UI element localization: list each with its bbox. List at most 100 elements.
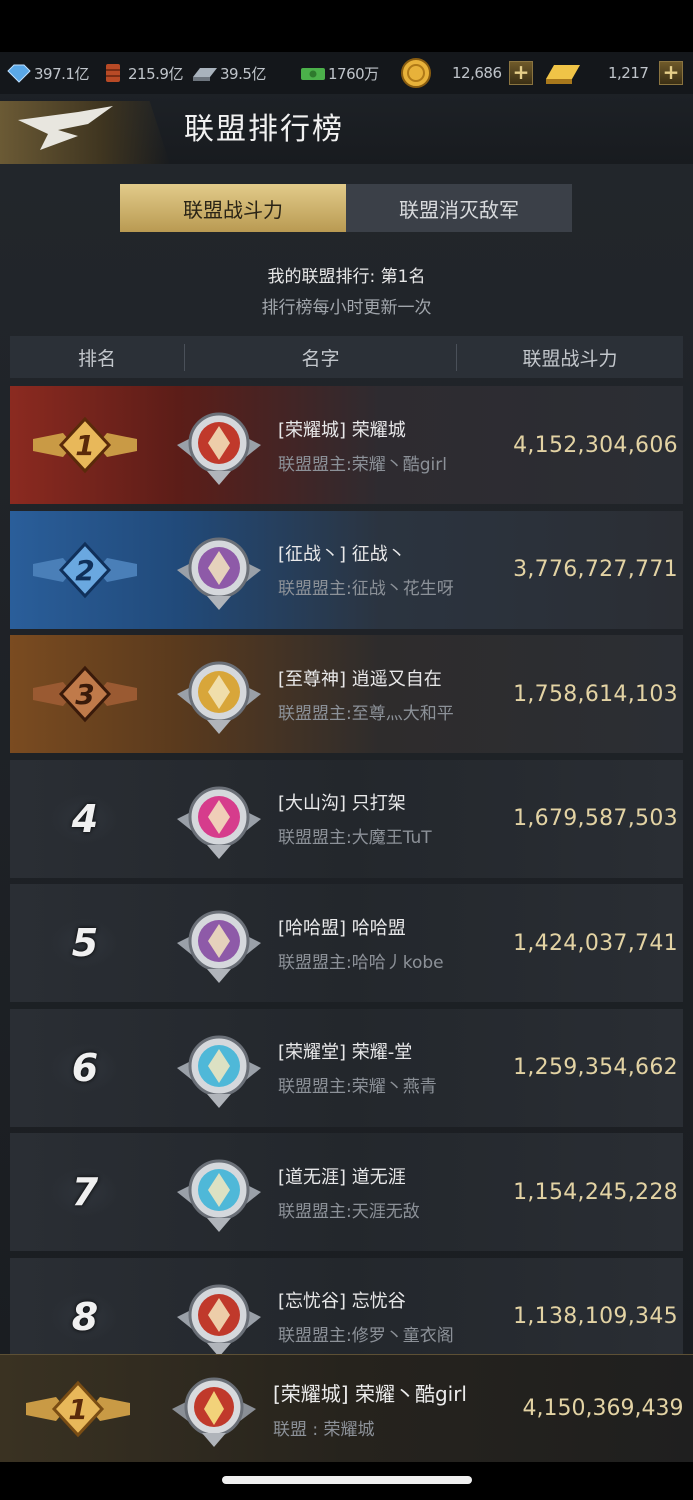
alliance-power: 1,758,614,103	[513, 681, 678, 707]
alliance-name: [哈哈盟] 哈哈盟	[278, 917, 406, 939]
back-button[interactable]	[0, 101, 170, 164]
alliance-info: [大山沟] 只打架 联盟盟主:大魔王TuT	[278, 789, 508, 848]
rank-cell: 5	[10, 884, 160, 1002]
my-alliance-label: 联盟 : 荣耀城	[273, 1419, 375, 1440]
resource-oil: 215.9亿	[100, 52, 183, 94]
resource-cash: 1760万	[300, 52, 379, 94]
alliance-leader: 联盟盟主:天涯无敌	[278, 1201, 420, 1222]
resource-gold-bar: 1,217	[542, 52, 649, 94]
alliance-emblem-icon	[177, 910, 261, 983]
alliance-info: [荣耀城] 荣耀城 联盟盟主:荣耀丶酷girl	[278, 416, 508, 475]
rank-cell: 2	[10, 511, 160, 629]
alliance-emblem-icon	[177, 786, 261, 859]
my-alliance-row[interactable]: 1 [荣耀城] 荣耀丶酷girl 联盟 : 荣耀城 4,150,369,439	[0, 1354, 693, 1462]
ranking-row[interactable]: 2 [征战丶] 征战丶 联盟盟主:征战丶花生呀 3,776,727,771	[10, 510, 683, 629]
alliance-info: [哈哈盟] 哈哈盟 联盟盟主:哈哈丿kobe	[278, 914, 508, 973]
alliance-name: [忘忧谷] 忘忧谷	[278, 1291, 406, 1312]
alliance-leader: 联盟盟主:哈哈丿kobe	[278, 952, 444, 973]
ranking-row[interactable]: 5 [哈哈盟] 哈哈盟 联盟盟主:哈哈丿kobe 1,424,037,741	[10, 884, 683, 1002]
alliance-emblem-icon	[172, 1377, 256, 1447]
alliance-emblem-icon	[177, 1159, 261, 1232]
rank-cell: 4	[10, 760, 160, 878]
rank-number: 2	[75, 554, 94, 587]
ranking-row[interactable]: 4 [大山沟] 只打架 联盟盟主:大魔王TuT 1,679,587,503	[10, 759, 683, 878]
resource-value: 397.1亿	[34, 64, 89, 83]
gold-coin-icon	[401, 58, 431, 88]
alliance-name: [至尊神] 逍遥又自在	[278, 668, 442, 690]
alliance-info: [至尊神] 逍遥又自在 联盟盟主:至尊灬大和平	[278, 665, 508, 724]
alliance-leader: 联盟盟主:大魔王TuT	[278, 828, 432, 848]
rank-cell: 1	[10, 386, 160, 504]
my-rank-text: 我的联盟排行: 第1名	[267, 267, 426, 287]
rank-number: 1	[75, 429, 94, 462]
emblem-cell	[160, 1133, 278, 1251]
alliance-leader: 联盟盟主:征战丶花生呀	[278, 579, 454, 599]
alliance-emblem-icon	[177, 1035, 261, 1108]
oil-barrel-icon	[106, 64, 120, 82]
eagle-icon	[18, 106, 113, 150]
ranking-row[interactable]: 7 [道无涯] 道无涯 联盟盟主:天涯无敌 1,154,245,228	[10, 1133, 683, 1251]
tab-alliance-power[interactable]: 联盟战斗力	[120, 184, 346, 232]
column-rank: 排名	[10, 343, 185, 371]
emblem-cell	[160, 760, 278, 878]
tab-alliance-kills[interactable]: 联盟消灭敌军	[346, 184, 572, 232]
rank-number: 3	[75, 678, 94, 711]
emblem-cell	[160, 884, 278, 1002]
resource-value: 1760万	[328, 64, 379, 83]
alliance-info: [道无涯] 道无涯 联盟盟主:天涯无敌	[278, 1163, 508, 1222]
alliance-info: [忘忧谷] 忘忧谷 联盟盟主:修罗丶童衣阁	[278, 1287, 508, 1346]
steel-bar-icon	[193, 68, 217, 81]
alliance-power: 1,154,245,228	[513, 1179, 678, 1205]
rank-medal-icon: 1	[33, 416, 137, 474]
my-rank-number: 1	[68, 1393, 87, 1426]
alliance-name: [道无涯] 道无涯	[278, 1166, 406, 1188]
rank-number: 4	[71, 796, 99, 841]
alliance-name: [荣耀城] 荣耀城	[278, 419, 406, 441]
rank-badge: 6	[50, 1042, 120, 1093]
ranking-row[interactable]: 6 [荣耀堂] 荣耀-堂 联盟盟主:荣耀丶燕青 1,259,354,662	[10, 1008, 683, 1127]
alliance-emblem-icon	[177, 661, 261, 734]
column-power: 联盟战斗力	[522, 347, 618, 370]
ranking-row[interactable]: 1 [荣耀城] 荣耀城 联盟盟主:荣耀丶酷girl 4,152,304,606	[10, 386, 683, 504]
add-gold-coin-button[interactable]: +	[509, 61, 533, 85]
gold-bar-icon	[546, 65, 580, 84]
resource-gold-coin: 12,686	[400, 52, 502, 94]
rank-cell: 7	[10, 1133, 160, 1251]
rank-badge: 5	[50, 918, 120, 968]
cash-icon	[301, 68, 325, 80]
ranking-row[interactable]: 3 [至尊神] 逍遥又自在 联盟盟主:至尊灬大和平 1,758,614,103	[10, 635, 683, 753]
alliance-emblem-icon	[177, 412, 261, 485]
rank-number: 8	[71, 1294, 99, 1339]
page-title: 联盟排行榜	[184, 112, 344, 147]
resource-bar: 397.1亿 215.9亿 39.5亿 1760万 12,686 + 1,217…	[0, 52, 693, 94]
crystal-icon	[7, 64, 31, 83]
my-alliance-name: [荣耀城] 荣耀丶酷girl	[273, 1381, 467, 1406]
resource-steel: 39.5亿	[192, 52, 266, 94]
rank-badge: 4	[50, 793, 120, 844]
add-gold-bar-button[interactable]: +	[659, 61, 683, 85]
alliance-emblem-icon	[177, 1284, 261, 1357]
alliance-leader: 联盟盟主:荣耀丶燕青	[278, 1077, 437, 1097]
rank-medal-icon: 2	[33, 541, 137, 598]
alliance-info: [征战丶] 征战丶 联盟盟主:征战丶花生呀	[278, 540, 508, 599]
rank-cell: 3	[10, 635, 160, 753]
rank-badge: 7	[50, 1167, 120, 1217]
my-rank-cell: 1	[0, 1379, 155, 1439]
table-header: 排名 名字 联盟战斗力	[10, 336, 683, 378]
alliance-power: 3,776,727,771	[513, 557, 678, 582]
emblem-cell	[160, 635, 278, 753]
resource-value: 12,686	[452, 64, 502, 82]
rank-number: 6	[71, 1045, 99, 1090]
rank-number: 7	[71, 1170, 99, 1214]
alliance-leader: 联盟盟主:至尊灬大和平	[278, 703, 454, 724]
home-indicator[interactable]	[222, 1476, 472, 1484]
alliance-power: 1,679,587,503	[513, 806, 678, 831]
alliance-name: [征战丶] 征战丶	[278, 544, 406, 565]
resource-value: 1,217	[608, 64, 649, 82]
alliance-power: 1,138,109,345	[513, 1304, 678, 1329]
alliance-power: 1,424,037,741	[513, 930, 678, 956]
resource-value: 215.9亿	[128, 64, 183, 83]
resource-crystal: 397.1亿	[6, 52, 89, 94]
gold-rank-medal-icon: 1	[25, 1380, 130, 1437]
my-alliance-power: 4,150,369,439	[522, 1396, 684, 1421]
